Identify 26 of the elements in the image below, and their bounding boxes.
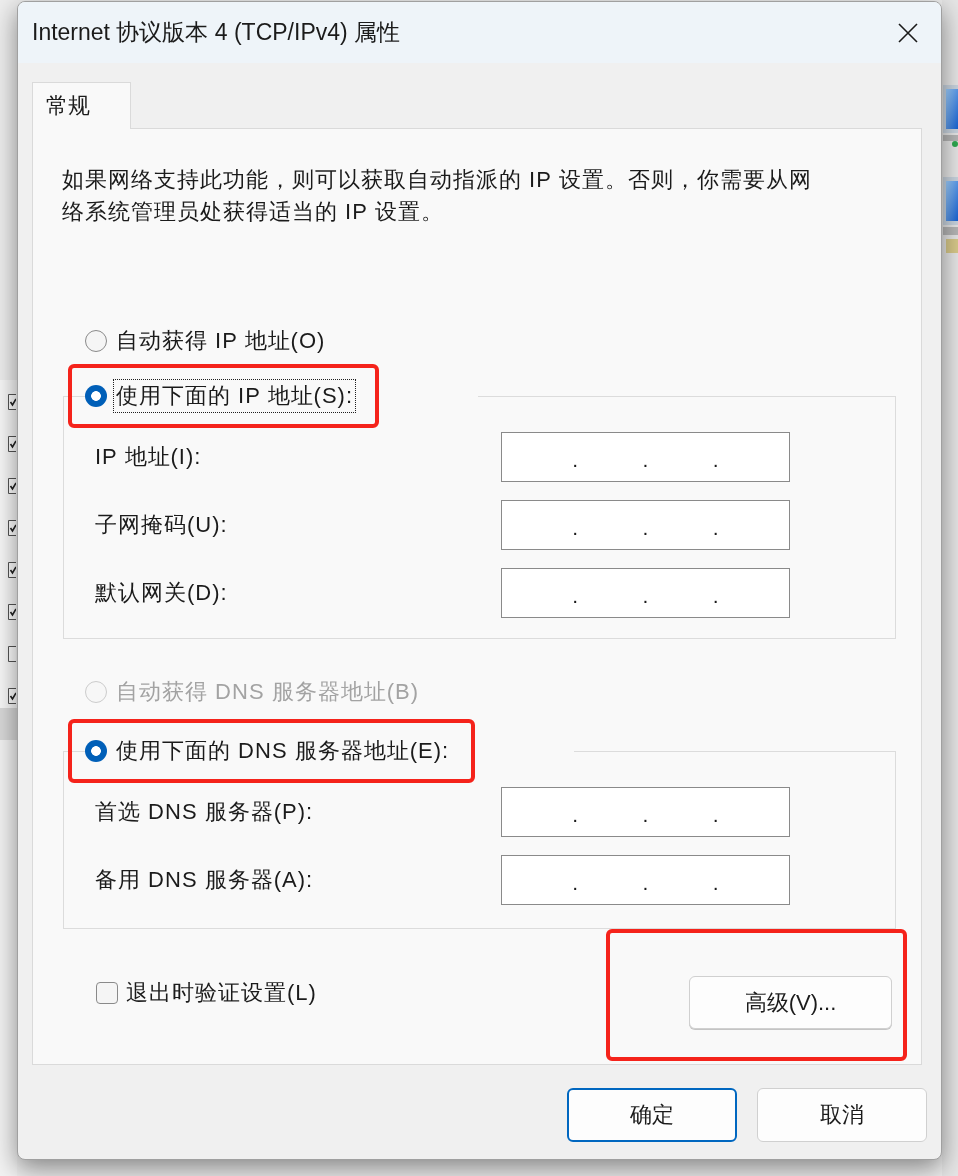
ip-address-field[interactable]: . . . (501, 787, 790, 837)
window-title: Internet 协议版本 4 (TCP/IPv4) 属性 (32, 18, 401, 47)
checkbox[interactable] (96, 982, 118, 1004)
radio-button[interactable] (85, 740, 107, 762)
ip-address-field[interactable]: . . . (501, 432, 790, 482)
radio-label[interactable]: 自动获得 IP 地址(O) (113, 324, 329, 358)
description-text: 如果网络支持此功能，则可以获取自动指派的 IP 设置。否则，你需要从网络系统管理员处获得适当的 IP 设置。 (62, 166, 813, 226)
advanced-button[interactable]: 高级(V)... (689, 976, 892, 1029)
field-label: 备用 DNS 服务器(A): (95, 866, 314, 894)
field-label: 默认网关(D): (95, 579, 228, 607)
ip-address-field[interactable]: . . . (501, 855, 790, 905)
radio-button[interactable] (85, 385, 107, 407)
field-label: IP 地址(I): (95, 443, 202, 471)
computer-icon (943, 85, 958, 147)
ip-address-field[interactable]: . . . (501, 500, 790, 550)
radio-label[interactable]: 使用下面的 DNS 服务器地址(E): (113, 734, 453, 768)
ip-address-field[interactable]: . . . (501, 568, 790, 618)
radio-label[interactable]: 使用下面的 IP 地址(S): (113, 379, 357, 413)
tab[interactable]: 常规 (32, 82, 131, 129)
radio-button[interactable] (85, 330, 107, 352)
close-icon (898, 22, 918, 43)
field-label: 子网掩码(U): (95, 511, 228, 539)
field-label: 首选 DNS 服务器(P): (95, 798, 314, 826)
cancel-button[interactable]: 取消 (757, 1088, 927, 1142)
checkbox-label[interactable]: 退出时验证设置(L) (126, 977, 317, 1009)
ok-button[interactable]: 确定 (567, 1088, 737, 1142)
